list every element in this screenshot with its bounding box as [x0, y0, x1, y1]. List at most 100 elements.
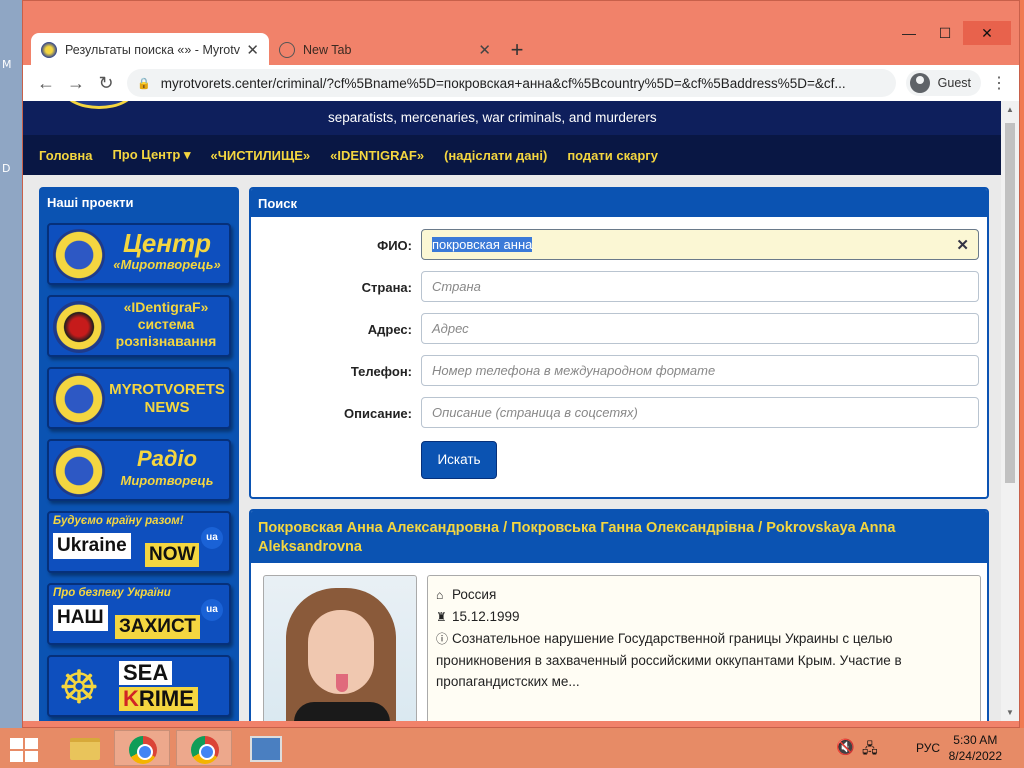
banner-text: Радіо: [136, 446, 198, 471]
maximize-button[interactable]: ☐: [927, 21, 963, 45]
description-label: Описание:: [344, 406, 412, 421]
projects-sidebar: Наші проекти Центр «Миротворець» «IDenti…: [39, 187, 239, 721]
close-tab-icon[interactable]: ✕: [478, 41, 491, 59]
globe-icon: [279, 42, 295, 58]
profile-photo[interactable]: [263, 575, 417, 721]
folder-icon: [70, 738, 100, 760]
info-icon: ⓘ: [436, 632, 449, 646]
taskbar-chrome-1[interactable]: [114, 730, 170, 766]
banner-text: ЗАХИСТ: [115, 615, 200, 639]
back-button[interactable]: ←: [31, 73, 61, 94]
scrollbar-thumb[interactable]: [1005, 123, 1015, 483]
language-indicator[interactable]: РУС: [916, 741, 940, 768]
banner-text: «Миротворець»: [113, 257, 221, 272]
search-panel-title: Поиск: [251, 189, 987, 217]
minimize-button[interactable]: —: [891, 21, 927, 45]
desktop-icon-label[interactable]: M: [2, 58, 12, 71]
site-nav: Головна Про Центр ▾ «ЧИСТИЛИЩЕ» «IDENTIG…: [23, 135, 1001, 175]
banner-text: розпізнавання: [115, 333, 217, 349]
site-logo[interactable]: [63, 101, 135, 109]
profile-button[interactable]: Guest: [905, 70, 981, 96]
home-icon: ⌂: [436, 588, 444, 602]
site-tagline: separatists, mercenaries, war criminals,…: [328, 110, 657, 125]
tab-new-tab[interactable]: New Tab ✕: [269, 33, 501, 67]
banner-text: NEWS: [144, 399, 190, 416]
banner-text: NOW: [145, 543, 200, 567]
desktop-icon-label[interactable]: D: [2, 162, 10, 175]
project-sea-krime-banner[interactable]: ☸ SEA KRIME: [47, 655, 231, 717]
project-news-banner[interactable]: MYROTVORETS NEWS: [47, 367, 231, 429]
clock-date: 8/24/2022: [948, 749, 1002, 763]
taskbar-explorer[interactable]: [56, 730, 112, 766]
country-input[interactable]: Страна: [421, 271, 979, 302]
browser-window: — ☐ ✕ Результаты поиска «» - Myrotvorets…: [22, 0, 1020, 728]
fio-label: ФИО:: [377, 238, 412, 253]
nav-send-data[interactable]: (надіслати дані): [444, 148, 547, 163]
new-tab-button[interactable]: +: [501, 33, 533, 67]
country-line: ⌂ Россия: [436, 584, 972, 606]
phone-input[interactable]: Номер телефона в международном формате: [421, 355, 979, 386]
search-submit-button[interactable]: Искать: [421, 441, 497, 479]
nav-complaint[interactable]: подати скаргу: [567, 148, 658, 163]
address-input[interactable]: Адрес: [421, 313, 979, 344]
nav-identigraf[interactable]: «IDENTIGRAF»: [330, 148, 424, 163]
window-controls: — ☐ ✕: [891, 21, 1011, 45]
taskbar: 🔇 🖧 РУС 5:30 AM 8/24/2022: [0, 728, 1024, 768]
scroll-up-icon[interactable]: ▲: [1001, 105, 1019, 114]
result-card: Покровская Анна Александровна / Покровсь…: [249, 509, 989, 721]
tab-title: New Tab: [303, 43, 352, 57]
banner-text: Миротворець: [120, 473, 214, 488]
lock-icon[interactable]: 🔒: [137, 77, 151, 90]
sidebar-title: Наші проекти: [47, 195, 134, 210]
description-row: Описание: Описание (страница в соцсетях): [251, 397, 987, 429]
tab-search-results[interactable]: Результаты поиска «» - Myrotvorets ✕: [31, 33, 269, 67]
myrotvorets-favicon-icon: [41, 42, 57, 58]
chrome-icon: [129, 736, 157, 764]
page-scrollbar[interactable]: ▲ ▼: [1001, 101, 1019, 721]
address-bar[interactable]: 🔒 myrotvorets.center/criminal/?cf%5Bname…: [127, 69, 896, 97]
project-identigraf-banner[interactable]: «IDentigraF» система розпізнавання: [47, 295, 231, 357]
close-tab-icon[interactable]: ✕: [246, 41, 259, 59]
banner-text: Ukraine: [53, 533, 131, 559]
banner-text: «IDentigraF»: [123, 299, 209, 315]
description-line: ⓘ Сознательное нарушение Государственной …: [436, 631, 902, 689]
url-text: myrotvorets.center/criminal/?cf%5Bname%5…: [160, 75, 846, 91]
taskbar-chrome-2[interactable]: [176, 730, 232, 766]
taskbar-clock[interactable]: 5:30 AM 8/24/2022: [949, 732, 1002, 764]
project-center-banner[interactable]: Центр «Миротворець»: [47, 223, 231, 285]
description-input[interactable]: Описание (страница в соцсетях): [421, 397, 979, 428]
scroll-down-icon[interactable]: ▼: [1001, 708, 1019, 717]
reload-button[interactable]: ↻: [91, 73, 121, 94]
identigraf-emblem-icon: [53, 301, 105, 353]
nav-purgatory[interactable]: «ЧИСТИЛИЩЕ»: [210, 148, 310, 163]
project-ukraine-now-banner[interactable]: Будуємо країну разом! Ukraine NOW ua: [47, 511, 231, 573]
windows-logo-icon: [10, 738, 38, 762]
result-title[interactable]: Покровская Анна Александровна / Покровсь…: [251, 511, 987, 563]
banner-text: KRIME: [119, 687, 198, 711]
taskbar-control-panel[interactable]: [238, 730, 294, 766]
site-header: separatists, mercenaries, war criminals,…: [23, 101, 1001, 135]
clear-input-icon[interactable]: ✕: [956, 236, 969, 254]
ua-badge-icon: ua: [201, 527, 223, 549]
dob-line: ♜ 15.12.1999: [436, 606, 972, 628]
banner-text: SEA: [119, 661, 173, 685]
tab-strip: Результаты поиска «» - Myrotvorets ✕ New…: [31, 29, 533, 67]
network-icon[interactable]: 🖧: [862, 738, 878, 768]
volume-muted-icon[interactable]: 🔇: [836, 738, 855, 768]
forward-button[interactable]: →: [61, 73, 91, 94]
page-content: Наші проекти Центр «Миротворець» «IDenti…: [23, 175, 1001, 721]
phone-row: Телефон: Номер телефона в международном …: [251, 355, 987, 387]
project-nash-zahyst-banner[interactable]: Про безпеку України НАШ ЗАХИСТ ua: [47, 583, 231, 645]
fio-input[interactable]: покровская анна: [421, 229, 979, 260]
country-row: Страна: Страна: [251, 271, 987, 303]
project-radio-banner[interactable]: Радіо Миротворець: [47, 439, 231, 501]
start-button[interactable]: [0, 730, 56, 766]
close-window-button[interactable]: ✕: [963, 21, 1011, 45]
nav-home[interactable]: Головна: [39, 148, 92, 163]
ship-wheel-icon: ☸: [58, 661, 100, 713]
nav-about[interactable]: Про Центр ▾: [112, 147, 190, 163]
phone-label: Телефон:: [350, 364, 412, 379]
profile-avatar-icon: [909, 73, 930, 93]
browser-menu-icon[interactable]: ⋮: [987, 73, 1011, 93]
control-panel-icon: [250, 736, 282, 762]
